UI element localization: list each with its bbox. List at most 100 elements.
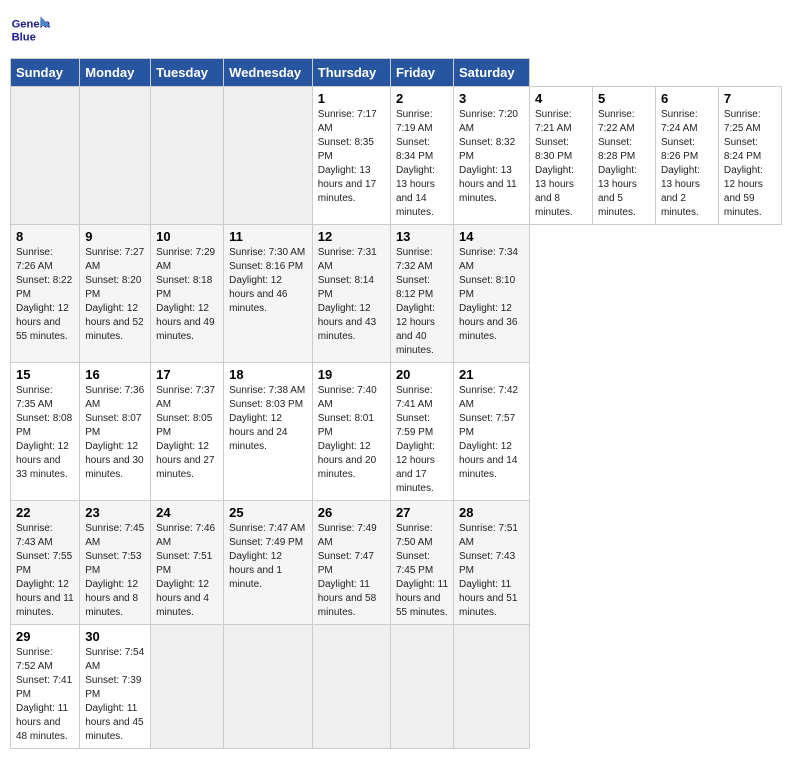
calendar-week-5: 29 Sunrise: 7:52 AMSunset: 7:41 PMDayligh… <box>11 625 782 749</box>
calendar-cell: 6Sunrise: 7:24 AMSunset: 8:26 PMDaylight… <box>655 87 718 225</box>
calendar-cell: 11 Sunrise: 7:30 AMSunset: 8:16 PMDayligh… <box>224 225 313 363</box>
day-number: 26 <box>318 505 385 520</box>
day-number: 25 <box>229 505 307 520</box>
calendar-week-4: 22 Sunrise: 7:43 AMSunset: 7:55 PMDayligh… <box>11 501 782 625</box>
calendar-cell: 30Sunrise: 7:54 AMSunset: 7:39 PMDayligh… <box>80 625 151 749</box>
svg-text:Blue: Blue <box>12 31 36 43</box>
day-info: Sunrise: 7:46 AMSunset: 7:51 PMDaylight:… <box>156 522 218 620</box>
day-number: 14 <box>459 229 524 244</box>
calendar-cell: 1Sunrise: 7:17 AMSunset: 8:35 PMDaylight… <box>312 87 390 225</box>
day-number: 17 <box>156 367 218 382</box>
day-header-monday: Monday <box>80 59 151 87</box>
day-number: 7 <box>724 91 776 106</box>
day-number: 16 <box>85 367 145 382</box>
calendar-cell <box>11 87 80 225</box>
day-info: Sunrise: 7:52 AMSunset: 7:41 PMDaylight:… <box>16 646 74 744</box>
calendar-cell: 19 Sunrise: 7:40 AMSunset: 8:01 PMDayligh… <box>312 363 390 501</box>
calendar-body: 1Sunrise: 7:17 AMSunset: 8:35 PMDaylight… <box>11 87 782 749</box>
day-info: Sunrise: 7:29 AMSunset: 8:18 PMDaylight:… <box>156 246 218 344</box>
calendar-cell: 5Sunrise: 7:22 AMSunset: 8:28 PMDaylight… <box>592 87 655 225</box>
day-info: Sunrise: 7:42 AMSunset: 7:57 PMDaylight:… <box>459 384 524 482</box>
day-info: Sunrise: 7:41 AMSunset: 7:59 PMDaylight:… <box>396 384 448 496</box>
day-info: Sunrise: 7:45 AMSunset: 7:53 PMDaylight:… <box>85 522 145 620</box>
calendar-cell: 13Sunrise: 7:32 AMSunset: 8:12 PMDayligh… <box>390 225 453 363</box>
day-number: 12 <box>318 229 385 244</box>
calendar-cell: 22 Sunrise: 7:43 AMSunset: 7:55 PMDayligh… <box>11 501 80 625</box>
day-header-thursday: Thursday <box>312 59 390 87</box>
day-info: Sunrise: 7:38 AMSunset: 8:03 PMDaylight:… <box>229 384 307 454</box>
day-info: Sunrise: 7:32 AMSunset: 8:12 PMDaylight:… <box>396 246 448 358</box>
calendar-cell: 14 Sunrise: 7:34 AMSunset: 8:10 PMDayligh… <box>454 225 530 363</box>
day-info: Sunrise: 7:50 AMSunset: 7:45 PMDaylight:… <box>396 522 448 620</box>
calendar-cell: 28Sunrise: 7:51 AMSunset: 7:43 PMDayligh… <box>454 501 530 625</box>
calendar-week-2: 8 Sunrise: 7:26 AMSunset: 8:22 PMDaylight… <box>11 225 782 363</box>
calendar-cell: 29 Sunrise: 7:52 AMSunset: 7:41 PMDayligh… <box>11 625 80 749</box>
day-info: Sunrise: 7:26 AMSunset: 8:22 PMDaylight:… <box>16 246 74 344</box>
day-info: Sunrise: 7:43 AMSunset: 7:55 PMDaylight:… <box>16 522 74 620</box>
calendar-cell: 27 Sunrise: 7:50 AMSunset: 7:45 PMDayligh… <box>390 501 453 625</box>
logo: General Blue <box>10 10 54 50</box>
calendar-cell: 7 Sunrise: 7:25 AMSunset: 8:24 PMDaylight… <box>718 87 781 225</box>
calendar-header-row: SundayMondayTuesdayWednesdayThursdayFrid… <box>11 59 782 87</box>
day-info: Sunrise: 7:27 AMSunset: 8:20 PMDaylight:… <box>85 246 145 344</box>
calendar-cell: 25 Sunrise: 7:47 AMSunset: 7:49 PMDayligh… <box>224 501 313 625</box>
day-header-wednesday: Wednesday <box>224 59 313 87</box>
day-number: 27 <box>396 505 448 520</box>
day-number: 2 <box>396 91 448 106</box>
calendar-cell: 9 Sunrise: 7:27 AMSunset: 8:20 PMDaylight… <box>80 225 151 363</box>
day-number: 5 <box>598 91 650 106</box>
day-info: Sunrise: 7:37 AMSunset: 8:05 PMDaylight:… <box>156 384 218 482</box>
calendar-cell: 10 Sunrise: 7:29 AMSunset: 8:18 PMDayligh… <box>151 225 224 363</box>
day-info: Sunrise: 7:40 AMSunset: 8:01 PMDaylight:… <box>318 384 385 482</box>
day-info: Sunrise: 7:34 AMSunset: 8:10 PMDaylight:… <box>459 246 524 344</box>
day-number: 10 <box>156 229 218 244</box>
day-info: Sunrise: 7:21 AMSunset: 8:30 PMDaylight:… <box>535 108 587 220</box>
day-number: 20 <box>396 367 448 382</box>
day-info: Sunrise: 7:47 AMSunset: 7:49 PMDaylight:… <box>229 522 307 592</box>
day-number: 23 <box>85 505 145 520</box>
day-header-sunday: Sunday <box>11 59 80 87</box>
day-number: 21 <box>459 367 524 382</box>
day-number: 4 <box>535 91 587 106</box>
day-info: Sunrise: 7:31 AMSunset: 8:14 PMDaylight:… <box>318 246 385 344</box>
day-number: 19 <box>318 367 385 382</box>
day-number: 9 <box>85 229 145 244</box>
logo-icon: General Blue <box>10 10 50 50</box>
calendar-cell <box>151 87 224 225</box>
day-number: 11 <box>229 229 307 244</box>
day-header-friday: Friday <box>390 59 453 87</box>
day-number: 15 <box>16 367 74 382</box>
day-info: Sunrise: 7:20 AMSunset: 8:32 PMDaylight:… <box>459 108 524 206</box>
day-number: 6 <box>661 91 713 106</box>
calendar-cell: 2 Sunrise: 7:19 AMSunset: 8:34 PMDaylight… <box>390 87 453 225</box>
calendar-cell <box>454 625 530 749</box>
calendar-cell: 15Sunrise: 7:35 AMSunset: 8:08 PMDayligh… <box>11 363 80 501</box>
calendar-cell <box>151 625 224 749</box>
day-number: 18 <box>229 367 307 382</box>
calendar-cell <box>224 87 313 225</box>
day-number: 29 <box>16 629 74 644</box>
calendar-table: SundayMondayTuesdayWednesdayThursdayFrid… <box>10 58 782 749</box>
day-info: Sunrise: 7:19 AMSunset: 8:34 PMDaylight:… <box>396 108 448 220</box>
calendar-cell: 23 Sunrise: 7:45 AMSunset: 7:53 PMDayligh… <box>80 501 151 625</box>
day-number: 3 <box>459 91 524 106</box>
day-info: Sunrise: 7:36 AMSunset: 8:07 PMDaylight:… <box>85 384 145 482</box>
day-info: Sunrise: 7:30 AMSunset: 8:16 PMDaylight:… <box>229 246 307 316</box>
day-info: Sunrise: 7:51 AMSunset: 7:43 PMDaylight:… <box>459 522 524 620</box>
calendar-cell: 24Sunrise: 7:46 AMSunset: 7:51 PMDayligh… <box>151 501 224 625</box>
calendar-cell <box>312 625 390 749</box>
day-info: Sunrise: 7:49 AMSunset: 7:47 PMDaylight:… <box>318 522 385 620</box>
day-number: 22 <box>16 505 74 520</box>
calendar-cell: 18 Sunrise: 7:38 AMSunset: 8:03 PMDayligh… <box>224 363 313 501</box>
calendar-cell: 8 Sunrise: 7:26 AMSunset: 8:22 PMDaylight… <box>11 225 80 363</box>
day-info: Sunrise: 7:25 AMSunset: 8:24 PMDaylight:… <box>724 108 776 220</box>
day-number: 8 <box>16 229 74 244</box>
day-info: Sunrise: 7:54 AMSunset: 7:39 PMDaylight:… <box>85 646 145 744</box>
page-header: General Blue <box>10 10 782 50</box>
calendar-cell: 17 Sunrise: 7:37 AMSunset: 8:05 PMDayligh… <box>151 363 224 501</box>
day-info: Sunrise: 7:17 AMSunset: 8:35 PMDaylight:… <box>318 108 385 206</box>
calendar-cell: 21 Sunrise: 7:42 AMSunset: 7:57 PMDayligh… <box>454 363 530 501</box>
calendar-cell: 20 Sunrise: 7:41 AMSunset: 7:59 PMDayligh… <box>390 363 453 501</box>
calendar-cell <box>224 625 313 749</box>
day-header-saturday: Saturday <box>454 59 530 87</box>
